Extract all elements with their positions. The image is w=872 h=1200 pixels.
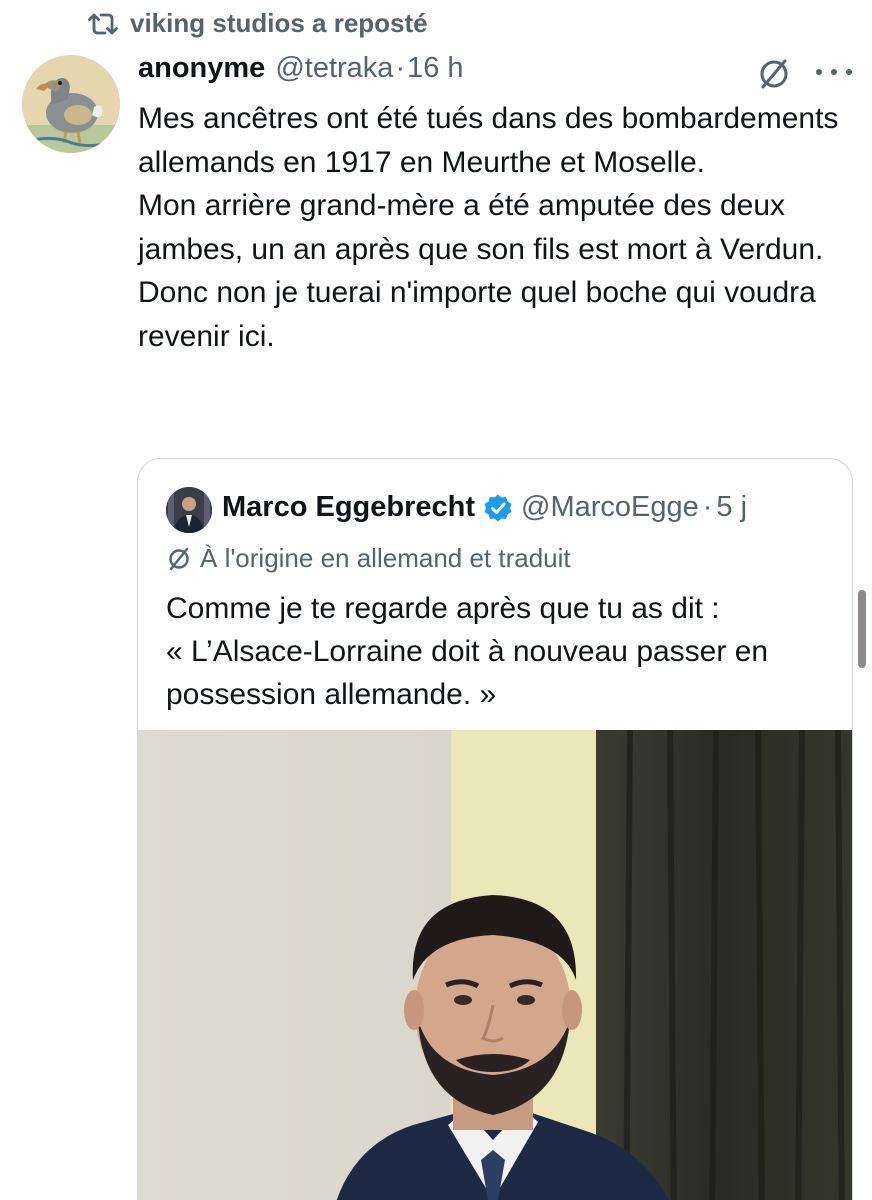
- scrollbar[interactable]: [858, 590, 866, 668]
- tweet-body: Mes ancêtres ont été tués dans des bomba…: [138, 97, 850, 358]
- separator-dot: ·: [702, 491, 713, 523]
- repost-text: viking studios a reposté: [130, 8, 428, 38]
- quoted-handle: @MarcoEgge: [521, 491, 699, 523]
- translated-label-row: À l'origine en allemand et traduit: [166, 543, 571, 574]
- dodo-avatar-icon: [22, 55, 120, 153]
- quoted-avatar: [166, 487, 212, 533]
- translate-button[interactable]: [756, 56, 792, 92]
- tweet-header: anonyme @tetraka · 16 h: [138, 52, 464, 85]
- quoted-header: Marco Eggebrecht @MarcoEgge · 5 j: [222, 491, 747, 524]
- more-dot: [846, 69, 852, 75]
- quoted-paragraph: Comme je te regarde après que tu as dit …: [166, 592, 720, 625]
- photo-man-in-suit: [138, 730, 852, 1200]
- avatar[interactable]: [22, 55, 120, 153]
- tweet-paragraph: Mes ancêtres ont été tués dans des bomba…: [138, 102, 839, 179]
- translated-label: À l'origine en allemand et traduit: [200, 543, 571, 573]
- quoted-paragraph: « L’Alsace-Lorraine doit à nouveau passe…: [166, 635, 769, 711]
- quoted-timestamp: 5 j: [716, 491, 748, 523]
- more-dot: [831, 69, 837, 75]
- more-dot: [816, 69, 822, 75]
- tweet-screen: viking studios a reposté anonyme @tetrak…: [0, 0, 872, 1200]
- quoted-tweet[interactable]: Marco Eggebrecht @MarcoEgge · 5 j À l'or…: [137, 458, 853, 1200]
- quoted-body: Comme je te regarde après que tu as dit …: [166, 587, 826, 716]
- verified-badge-icon: [483, 493, 513, 523]
- tweet-paragraph: Mon arrière grand-mère a été amputée des…: [138, 189, 824, 266]
- handle[interactable]: @tetraka: [275, 52, 393, 85]
- timestamp[interactable]: 16 h: [407, 52, 463, 85]
- translate-icon: [169, 547, 189, 570]
- separator-dot: ·: [395, 52, 406, 84]
- translate-icon: [760, 59, 788, 89]
- quoted-display-name: Marco Eggebrecht: [222, 491, 475, 523]
- tweet-paragraph: Donc non je tuerai n'importe quel boche …: [138, 276, 816, 353]
- more-button[interactable]: [816, 62, 852, 82]
- quoted-media-photo[interactable]: [138, 730, 852, 1200]
- repost-icon: [88, 11, 118, 37]
- repost-header[interactable]: viking studios a reposté: [88, 8, 428, 39]
- display-name[interactable]: anonyme: [138, 52, 265, 85]
